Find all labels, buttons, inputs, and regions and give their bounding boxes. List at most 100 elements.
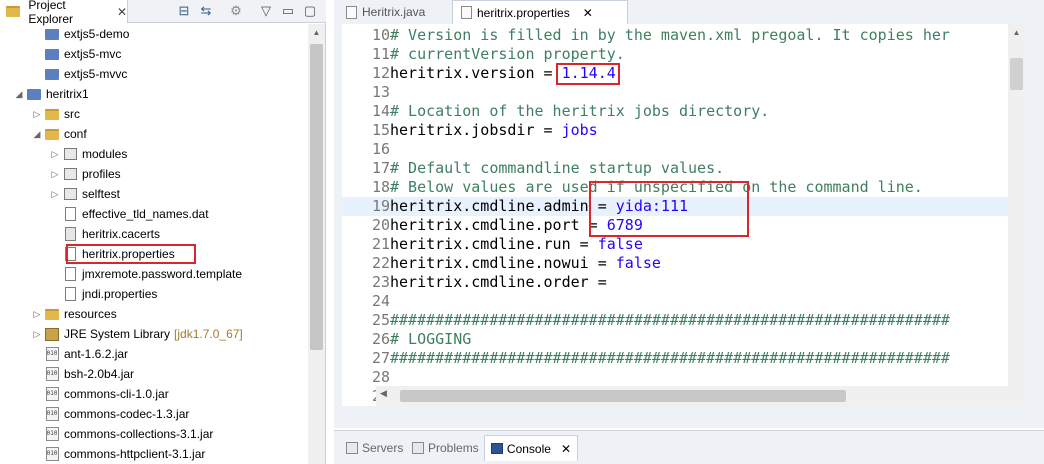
code-line[interactable]: 21heritrix.cmdline.run = false (342, 235, 1016, 254)
line-number: 16 (371, 140, 390, 158)
editor-vertical-scrollbar-thumb[interactable] (1010, 58, 1023, 90)
filters-icon[interactable]: ⚙ (228, 3, 244, 19)
tree-item[interactable]: ▷ JRE System Library [jdk1.7.0_67] (0, 324, 308, 344)
code-line[interactable]: 13 (342, 83, 1016, 102)
code-line[interactable]: 22heritrix.cmdline.nowui = false (342, 254, 1016, 273)
file-icon (62, 206, 78, 222)
tree-item[interactable]: jmxremote.password.template (0, 264, 308, 284)
tree-item[interactable]: 010 commons-collections-3.1.jar (0, 424, 308, 444)
editor-horizontal-scrollbar-thumb[interactable] (400, 390, 846, 402)
tree-item-label: jmxremote.password.template (82, 267, 243, 281)
tree-item[interactable]: ▷ profiles (0, 164, 308, 184)
tree-item[interactable]: extjs5-demo (0, 24, 308, 44)
tree-item[interactable]: ◢ conf (0, 124, 308, 144)
expand-arrow-icon[interactable]: ▷ (32, 309, 42, 320)
code-line[interactable]: 10# Version is filled in by the maven.xm… (342, 26, 1016, 45)
tab-servers[interactable]: Servers (340, 435, 409, 461)
expand-arrow-icon[interactable]: ▷ (32, 329, 42, 340)
code-line[interactable]: 25######################################… (342, 311, 1016, 330)
jar-icon: 010 (44, 426, 60, 442)
tree-item-label: commons-codec-1.3.jar (64, 407, 190, 421)
code-line[interactable]: 15heritrix.jobsdir = jobs (342, 121, 1016, 140)
code-editor[interactable]: 10# Version is filled in by the maven.xm… (342, 24, 1016, 406)
tab-problems[interactable]: Problems (406, 435, 485, 461)
tree-item-suffix: [jdk1.7.0_67] (174, 327, 243, 341)
close-icon[interactable]: ✕ (561, 442, 571, 456)
line-number: 11 (371, 45, 390, 63)
code-line[interactable]: 24 (342, 292, 1016, 311)
minimize-icon[interactable]: ▭ (280, 3, 296, 19)
tree-item-label: conf (64, 127, 87, 141)
code-line[interactable]: 17# Default commandline startup values. (342, 159, 1016, 178)
tree-item-label: commons-httpclient-3.1.jar (64, 447, 206, 461)
tree-item[interactable]: 010 commons-httpclient-3.1.jar (0, 444, 308, 464)
collapse-arrow-icon[interactable]: ◢ (14, 89, 24, 100)
tree-item[interactable]: ◢ heritrix1 (0, 84, 308, 104)
tree-item[interactable]: 010 commons-cli-1.0.jar (0, 384, 308, 404)
tree-item[interactable]: jndi.properties (0, 284, 308, 304)
project-explorer-panel: Project Explorer ✕ ⊟ ⇆ ⚙ ▽ ▭ ▢ extjs5-de… (0, 0, 326, 464)
tree-item[interactable]: extjs5-mvc (0, 44, 308, 64)
scroll-up-arrow-icon[interactable]: ▲ (308, 24, 325, 41)
line-number: 25 (371, 311, 390, 329)
line-number: 13 (371, 83, 390, 101)
tree-item-label: extjs5-mvvc (64, 67, 128, 81)
tree-item[interactable]: ▷ resources (0, 304, 308, 324)
tree-item[interactable]: effective_tld_names.dat (0, 204, 308, 224)
line-number: 12 (371, 64, 390, 82)
code-line[interactable]: 27######################################… (342, 349, 1016, 368)
property-key: heritrix.cmdline.admin = (390, 197, 616, 215)
tree-item[interactable]: extjs5-mvvc (0, 64, 308, 84)
close-icon[interactable]: ✕ (117, 5, 127, 19)
collapse-all-icon[interactable]: ⊟ (176, 3, 192, 19)
tree-item-label: bsh-2.0b4.jar (64, 367, 135, 381)
tab-console[interactable]: Console ✕ (484, 435, 578, 461)
link-editor-icon[interactable]: ⇆ (198, 3, 214, 19)
cmdline-highlight-box (588, 181, 749, 237)
tab-project-explorer[interactable]: Project Explorer ✕ (0, 0, 128, 26)
code-line[interactable]: 11# currentVersion property. (342, 45, 1016, 64)
tree-item[interactable]: 010 ant-1.6.2.jar (0, 344, 308, 364)
jar-icon: 010 (44, 366, 60, 382)
expand-arrow-icon[interactable]: ▷ (50, 189, 60, 200)
code-comment: # Location of the heritrix jobs director… (390, 102, 770, 120)
property-value: jobs (561, 121, 598, 139)
code-line[interactable]: 28 (342, 368, 1016, 387)
tree-item[interactable]: heritrix.cacerts (0, 224, 308, 244)
tree-item[interactable]: ▷ src (0, 104, 308, 124)
tree-item[interactable]: 010 bsh-2.0b4.jar (0, 364, 308, 384)
code-line[interactable]: 26# LOGGING (342, 330, 1016, 349)
editor-horizontal-scrollbar[interactable]: ◀ (376, 386, 1008, 406)
view-menu-icon[interactable]: ▽ (258, 3, 274, 19)
tab-label: heritrix.properties (477, 5, 570, 20)
code-line[interactable]: 23heritrix.cmdline.order = (342, 273, 1016, 292)
tree-item-label: profiles (82, 167, 121, 181)
tree-item-label: jndi.properties (82, 287, 158, 301)
explorer-scrollbar[interactable]: ▲ (308, 24, 325, 464)
tab-heritrix-java[interactable]: Heritrix.java (338, 0, 448, 24)
expand-arrow-icon[interactable]: ▷ (50, 169, 60, 180)
code-line[interactable]: 14# Location of the heritrix jobs direct… (342, 102, 1016, 121)
code-line[interactable]: 16 (342, 140, 1016, 159)
collapse-arrow-icon[interactable]: ◢ (32, 129, 42, 140)
expand-arrow-icon[interactable]: ▷ (50, 149, 60, 160)
editor-vertical-scrollbar[interactable]: ▲ (1008, 24, 1025, 406)
explorer-scrollbar-thumb[interactable] (310, 44, 323, 350)
project-icon (44, 26, 60, 42)
tree-item[interactable]: 010 commons-codec-1.3.jar (0, 404, 308, 424)
scroll-up-arrow-icon[interactable]: ▲ (1008, 24, 1025, 41)
code-line[interactable]: 12heritrix.version = 1.14.4 (342, 64, 1016, 83)
maximize-icon[interactable]: ▢ (302, 3, 318, 19)
tree-item[interactable]: heritrix.properties (0, 244, 308, 264)
property-key: heritrix.jobsdir = (390, 121, 562, 139)
tree-item[interactable]: ▷ selftest (0, 184, 308, 204)
tab-heritrix-properties[interactable]: heritrix.properties ✕ (452, 0, 628, 24)
code-comment: # Version is filled in by the maven.xml … (390, 26, 950, 44)
close-icon[interactable]: ✕ (583, 6, 593, 20)
expand-arrow-icon[interactable]: ▷ (32, 109, 42, 120)
tree-item-label: commons-collections-3.1.jar (64, 427, 214, 441)
project-explorer-icon (6, 4, 21, 20)
scroll-left-arrow-icon[interactable]: ◀ (380, 388, 387, 399)
editor-area: Heritrix.java heritrix.properties ✕ 10# … (334, 0, 1044, 428)
tree-item[interactable]: ▷ modules (0, 144, 308, 164)
